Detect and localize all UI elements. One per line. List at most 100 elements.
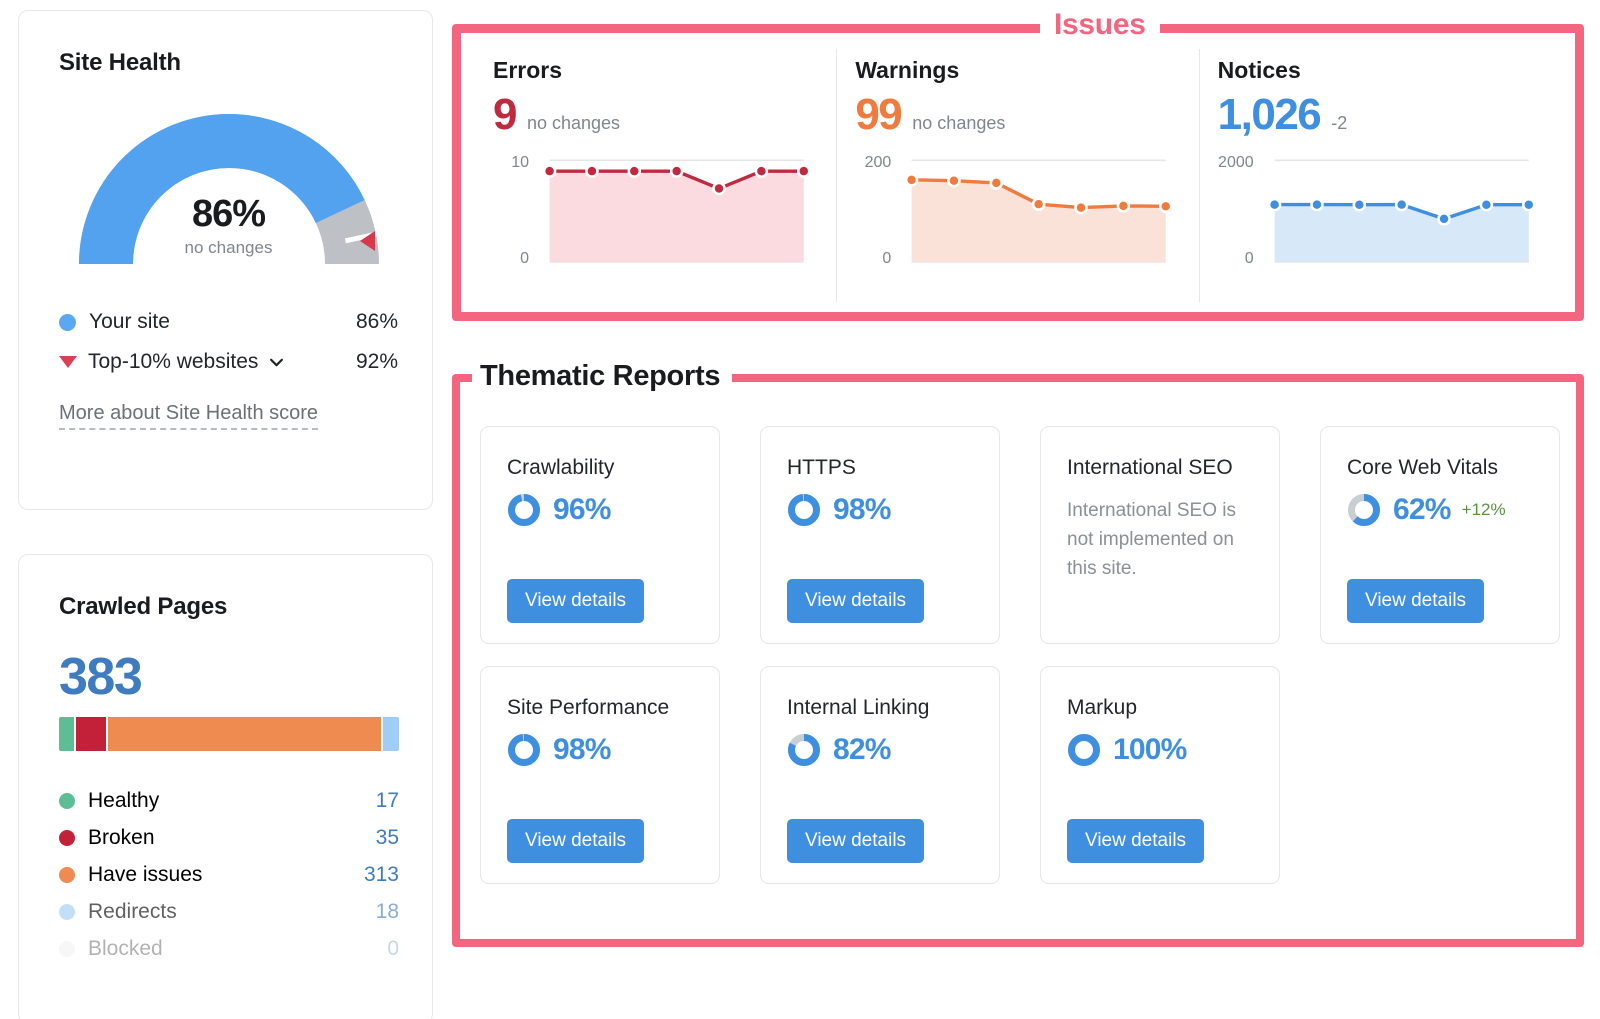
thematic-score-row: 100% — [1067, 733, 1255, 767]
axis-tick-top: 10 — [511, 154, 529, 171]
site-health-card: Site Health 86% no changes Your site 86%… — [18, 10, 433, 510]
issue-title: Warnings — [855, 57, 960, 83]
issue-title: Notices — [1217, 57, 1301, 83]
legend-value-top-10-websites: 92% — [355, 350, 398, 373]
score-ring-icon — [508, 494, 540, 527]
issue-count: 1,026 — [1217, 90, 1322, 139]
thematic-score-percent: 98% — [833, 493, 891, 527]
thematic-score-percent: 82% — [833, 733, 891, 767]
issue-value-row: 1,026 -2 — [1218, 90, 1539, 140]
axis-tick-bottom: 0 — [520, 250, 529, 267]
thematic-card-name: Site Performance — [507, 696, 670, 719]
issue-sparkline[interactable]: 10 0 — [493, 154, 814, 268]
stackbar-segment-have-issues[interactable] — [108, 717, 382, 751]
your-site-dot-icon — [59, 313, 76, 331]
issue-column-errors: Errors 9 no changes 10 0 — [475, 49, 836, 302]
legend-color-dot-icon — [59, 941, 75, 957]
thematic-score-row: 98% — [507, 733, 695, 767]
legend-color-dot-icon — [59, 867, 75, 883]
issue-value-row: 99 no changes — [855, 90, 1176, 140]
crawled-pages-legend: Healthy 17 Broken 35 Have issues 313 Redirects… — [59, 789, 399, 961]
thematic-score-percent: 98% — [553, 733, 611, 767]
stackbar-segment-broken[interactable] — [75, 717, 107, 751]
thematic-score-row: 62% +12% — [1347, 493, 1535, 527]
crawled-pages-stacked-bar — [59, 717, 399, 751]
score-ring-icon — [1068, 734, 1100, 767]
legend-label-your-site: Your site — [89, 310, 170, 333]
legend-value: 18 — [375, 900, 399, 923]
crawled-legend-item[interactable]: Healthy 17 — [59, 789, 399, 813]
thematic-card-core-web-vitals: Core Web Vitals 62% +12% View details — [1320, 426, 1560, 644]
legend-label: Have issues — [88, 863, 203, 886]
thematic-score-change: +12% — [1461, 500, 1506, 520]
issue-sparkline[interactable]: 200 0 — [855, 154, 1176, 268]
legend-item-top-10-websites[interactable]: Top-10% websites 92% — [59, 350, 398, 374]
thematic-card-description: International SEO is not implemented on … — [1067, 500, 1236, 580]
crawled-legend-item[interactable]: Have issues 313 — [59, 863, 399, 887]
view-details-button[interactable]: View details — [787, 579, 925, 623]
view-details-button[interactable]: View details — [507, 819, 645, 863]
chevron-down-icon[interactable] — [269, 358, 284, 367]
issue-delta: no changes — [912, 113, 1006, 133]
thematic-card-internal-linking: Internal Linking 82% View details — [760, 666, 1000, 884]
axis-tick-top: 200 — [864, 154, 892, 171]
thematic-card-name: Markup — [1067, 696, 1138, 719]
thematic-reports-label: Thematic Reports — [472, 360, 733, 393]
issue-column-notices: Notices 1,026 -2 2000 0 — [1198, 49, 1561, 302]
thematic-score-row: 96% — [507, 493, 695, 527]
more-about-site-health-link[interactable]: More about Site Health score — [59, 402, 319, 430]
thematic-score-percent: 100% — [1113, 733, 1187, 767]
score-ring-icon — [1348, 494, 1380, 527]
issue-value-row: 9 no changes — [493, 90, 814, 140]
crawled-legend-item[interactable]: Broken 35 — [59, 826, 399, 850]
legend-label: Redirects — [88, 900, 177, 923]
thematic-card-name: International SEO — [1067, 456, 1233, 479]
sparkline-y-axis: 10 0 — [493, 154, 539, 267]
score-ring-icon — [788, 734, 820, 767]
legend-item-your-site: Your site 86% — [59, 310, 398, 334]
view-details-button[interactable]: View details — [1347, 579, 1485, 623]
thematic-card-https: HTTPS 98% View details — [760, 426, 1000, 644]
thematic-reports-grid: Crawlability 96% View details HTTPS 98% View … — [460, 382, 1576, 884]
score-ring-icon — [788, 494, 820, 527]
thematic-card-name: Internal Linking — [787, 696, 930, 719]
view-details-button[interactable]: View details — [507, 579, 645, 623]
sparkline-y-axis: 200 0 — [855, 154, 901, 267]
stackbar-segment-redirects[interactable] — [383, 717, 399, 751]
thematic-card-name: Crawlability — [507, 456, 615, 479]
crawled-legend-item[interactable]: Redirects 18 — [59, 900, 399, 924]
crawled-legend-item[interactable]: Blocked 0 — [59, 937, 399, 961]
sparkline-svg — [1267, 159, 1536, 263]
thematic-card-name: Core Web Vitals — [1347, 456, 1498, 479]
legend-value: 35 — [375, 826, 399, 849]
thematic-score-row: 98% — [787, 493, 975, 527]
sparkline-svg — [542, 159, 811, 263]
thematic-reports-panel: Thematic Reports Crawlability 96% View det… — [452, 360, 1584, 947]
issue-delta: no changes — [526, 113, 621, 133]
site-health-legend: Your site 86% Top-10% websites 92% — [59, 310, 398, 374]
issues-columns: Errors 9 no changes 10 0 Warnings 99 no changes… — [461, 33, 1575, 312]
stackbar-segment-healthy[interactable] — [59, 717, 74, 751]
issue-column-warnings: Warnings 99 no changes 200 0 — [836, 49, 1198, 302]
gauge-subtitle: no changes — [184, 238, 273, 257]
axis-tick-top: 2000 — [1218, 154, 1254, 171]
legend-value: 313 — [363, 863, 399, 886]
left-column: Site Health 86% no changes Your site 86%… — [18, 10, 433, 1019]
legend-color-dot-icon — [59, 793, 75, 809]
view-details-button[interactable]: View details — [787, 819, 925, 863]
site-health-gauge: 86% no changes — [78, 109, 379, 284]
crawled-pages-total: 383 — [59, 648, 143, 706]
axis-tick-bottom: 0 — [882, 250, 892, 267]
view-details-button[interactable]: View details — [1067, 819, 1205, 863]
issues-panel: Errors 9 no changes 10 0 Warnings 99 no changes… — [452, 24, 1584, 321]
sparkline-y-axis: 2000 0 — [1218, 154, 1264, 267]
issue-sparkline[interactable]: 2000 0 — [1218, 154, 1539, 268]
sparkline-svg — [905, 159, 1173, 263]
legend-value-your-site: 86% — [355, 310, 398, 333]
thematic-score-percent: 96% — [553, 493, 611, 527]
thematic-score-percent: 62% — [1393, 493, 1451, 527]
crawled-pages-title: Crawled Pages — [59, 593, 228, 620]
audit-overview-page: Site Health 86% no changes Your site 86%… — [0, 0, 1600, 1019]
site-health-title: Site Health — [59, 49, 181, 76]
thematic-card-international-seo: International SEO International SEO is no… — [1040, 426, 1280, 644]
